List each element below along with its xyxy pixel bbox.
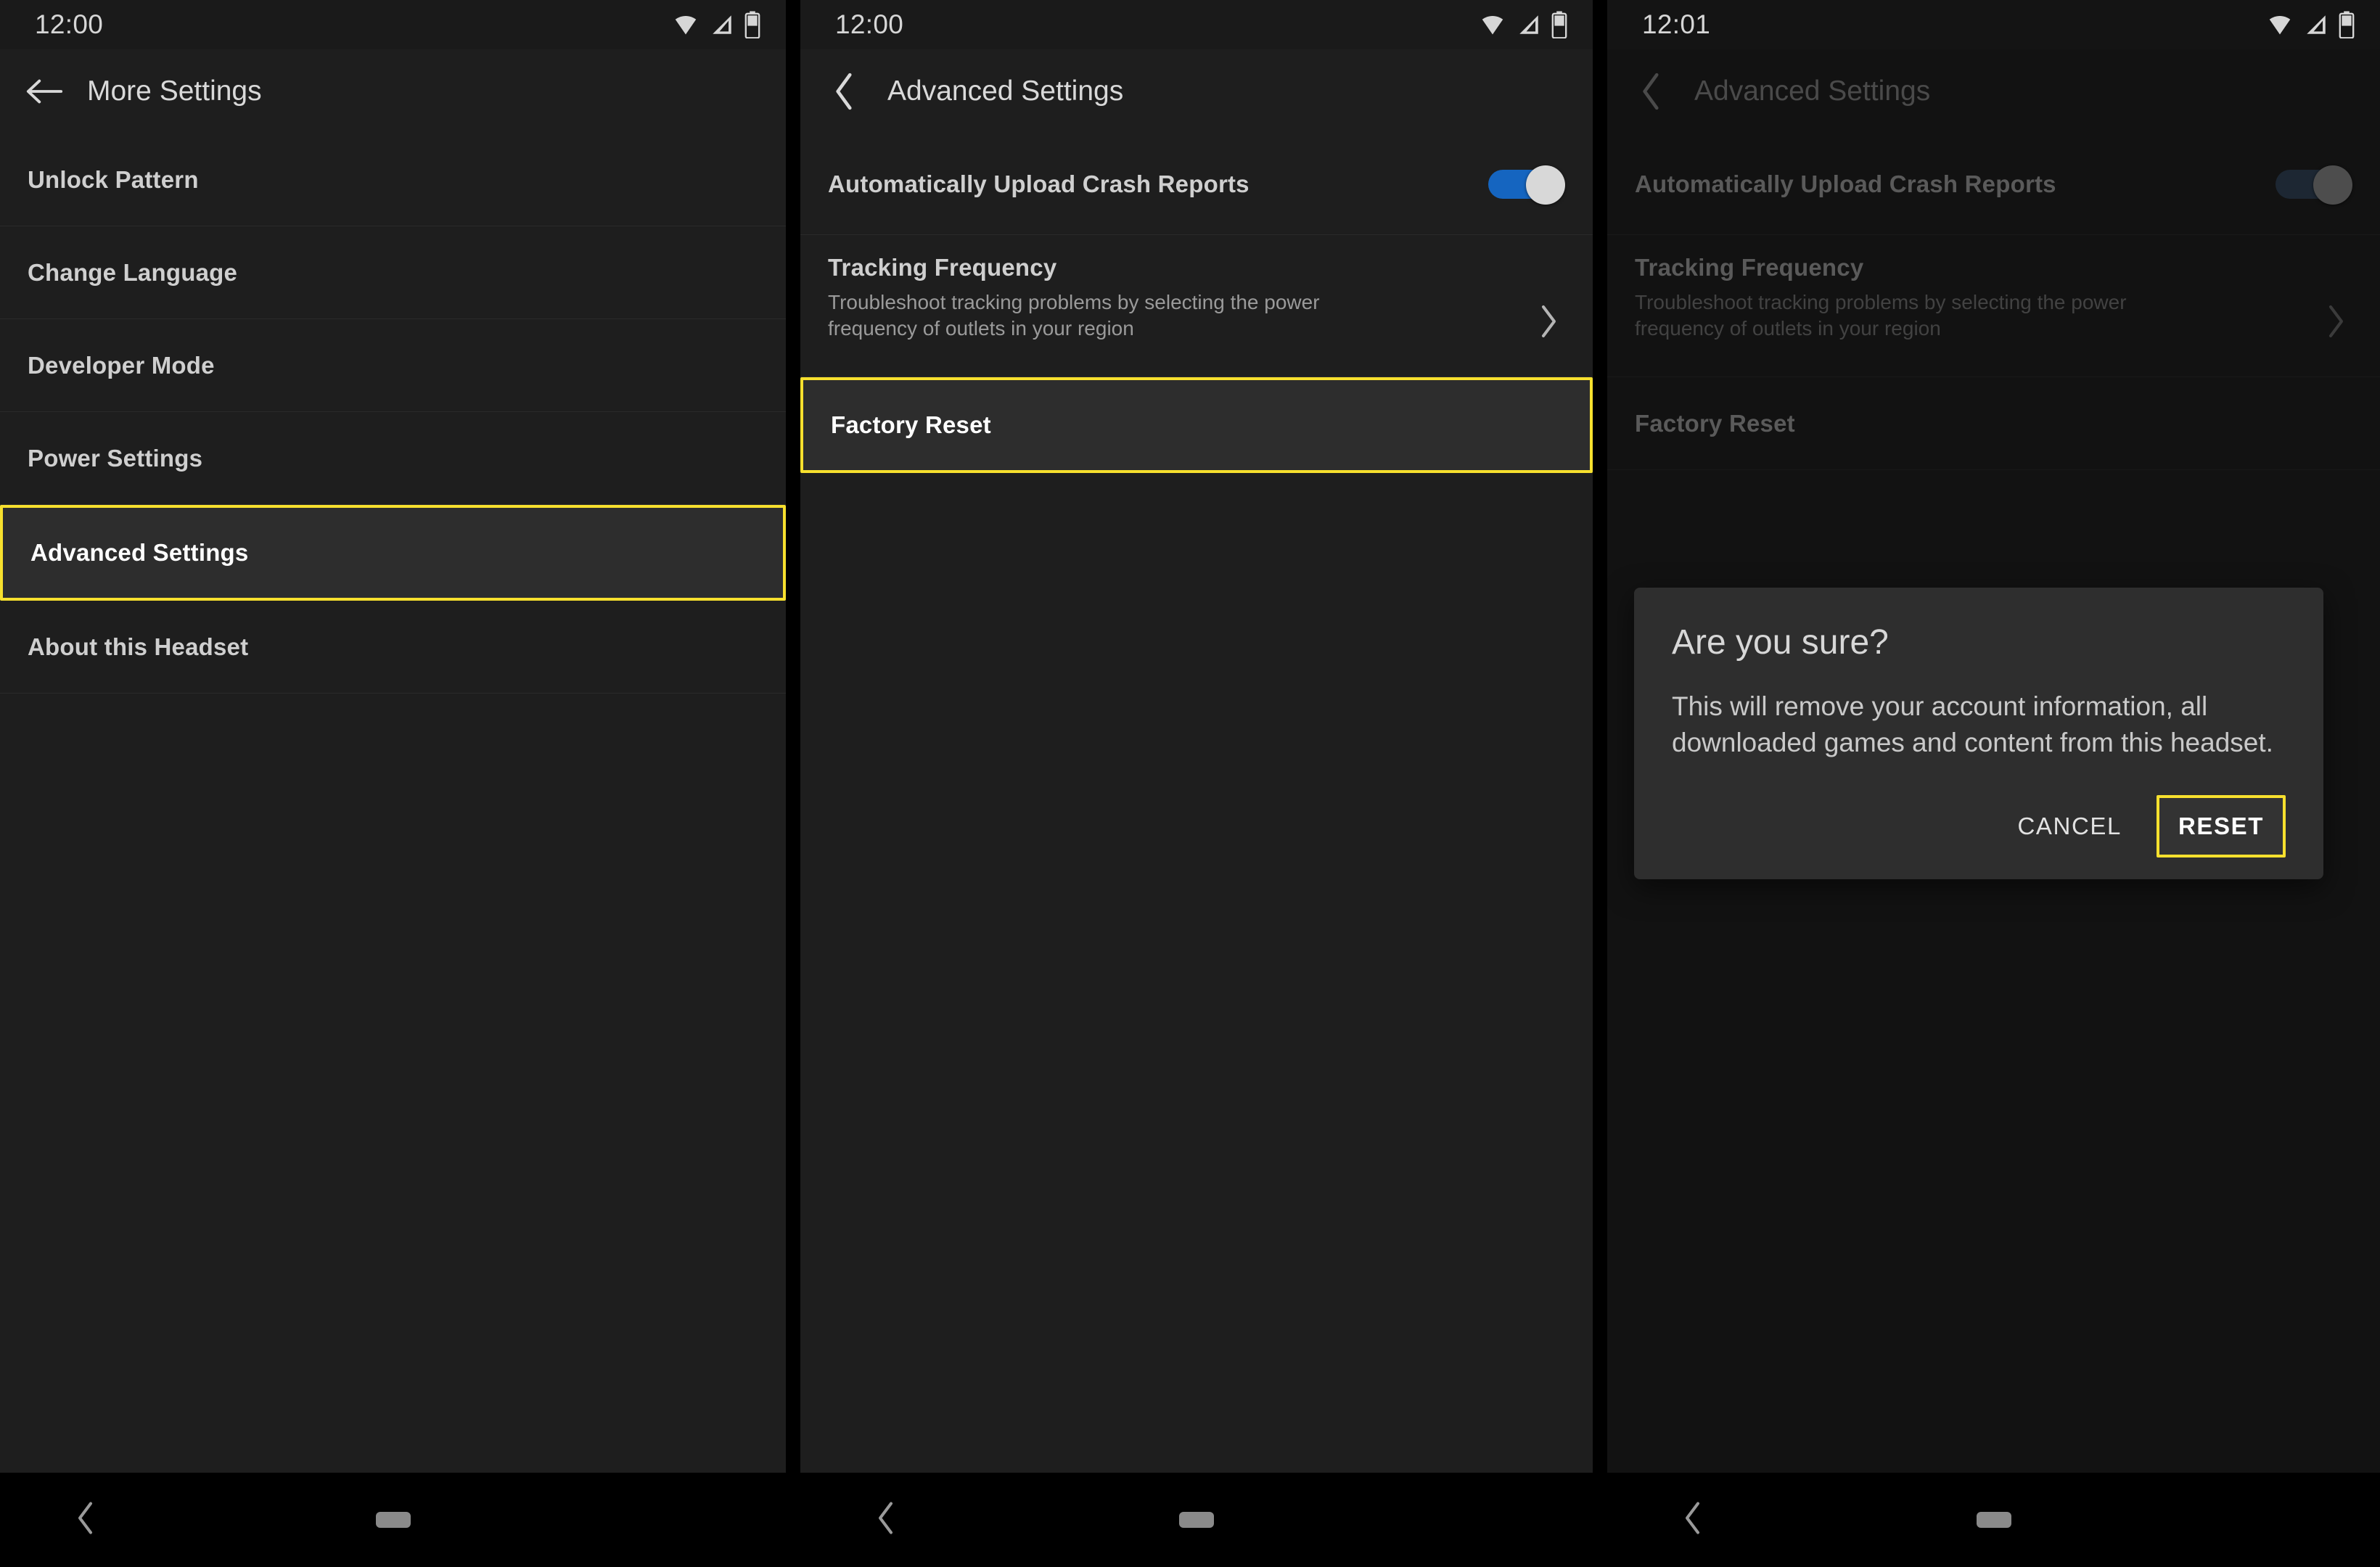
wifi-icon xyxy=(671,12,700,38)
home-pill[interactable] xyxy=(1179,1512,1214,1528)
battery-icon xyxy=(1551,11,1568,38)
confirm-reset-dialog: Are you sure? This will remove your acco… xyxy=(1634,588,2323,879)
app-bar: Advanced Settings xyxy=(800,49,1593,133)
page-title: More Settings xyxy=(87,75,262,107)
battery-icon xyxy=(744,11,761,38)
setting-crash-reports[interactable]: Automatically Upload Crash Reports xyxy=(800,133,1593,235)
status-bar: 12:00 xyxy=(0,0,786,49)
toggle-thumb xyxy=(2313,165,2352,205)
status-icon-group xyxy=(671,11,761,38)
toggle-thumb xyxy=(1526,165,1565,205)
setting-description: Troubleshoot tracking problems by select… xyxy=(828,291,1320,340)
three-screen-sequence: 12:00 More Settings Unlock Pattern Chang… xyxy=(0,0,2380,1567)
screen-divider-2 xyxy=(1593,0,1607,1567)
dialog-title: Are you sure? xyxy=(1672,623,1889,662)
chevron-right-icon[interactable] xyxy=(1539,305,1558,342)
list-item-label: Unlock Pattern xyxy=(28,165,199,193)
list-item-power-settings[interactable]: Power Settings xyxy=(0,412,786,505)
setting-label: Factory Reset xyxy=(1635,409,1795,437)
status-bar: 12:00 xyxy=(800,0,1593,49)
chevron-left-icon[interactable] xyxy=(1683,1502,1702,1539)
screen-more-settings: 12:00 More Settings Unlock Pattern Chang… xyxy=(0,0,786,1567)
settings-list: Unlock Pattern Change Language Developer… xyxy=(0,133,786,694)
list-item-label: Advanced Settings xyxy=(30,539,249,566)
app-bar: Advanced Settings xyxy=(1607,49,2380,133)
setting-description: Troubleshoot tracking problems by select… xyxy=(1635,291,2127,340)
chevron-left-icon[interactable] xyxy=(1625,65,1678,118)
setting-label: Tracking Frequency xyxy=(1635,254,1864,281)
setting-factory-reset[interactable]: Factory Reset xyxy=(800,377,1593,473)
list-item-about-this-headset[interactable]: About this Headset xyxy=(0,601,786,694)
app-bar: More Settings xyxy=(0,49,786,133)
crash-reports-toggle[interactable] xyxy=(1488,165,1565,205)
signal-icon xyxy=(1517,12,1541,38)
setting-label: Automatically Upload Crash Reports xyxy=(1635,170,2056,197)
chevron-left-icon[interactable] xyxy=(877,1502,895,1539)
system-nav-bar xyxy=(800,1473,1593,1567)
signal-icon xyxy=(710,12,734,38)
wifi-icon xyxy=(2265,12,2294,38)
cancel-button[interactable]: CANCEL xyxy=(1995,797,2143,856)
home-pill[interactable] xyxy=(375,1512,411,1528)
setting-label: Automatically Upload Crash Reports xyxy=(828,170,1250,197)
chevron-left-icon[interactable] xyxy=(76,1502,95,1539)
screen-divider-1 xyxy=(786,0,800,1567)
arrow-left-icon[interactable] xyxy=(17,65,71,118)
setting-label: Tracking Frequency xyxy=(828,254,1057,281)
chevron-right-icon xyxy=(2326,305,2345,342)
status-icon-group xyxy=(2265,11,2355,38)
list-item-unlock-pattern[interactable]: Unlock Pattern xyxy=(0,133,786,226)
wifi-icon xyxy=(1478,12,1507,38)
status-clock: 12:00 xyxy=(35,9,104,39)
status-clock: 12:00 xyxy=(835,9,904,39)
setting-crash-reports: Automatically Upload Crash Reports xyxy=(1607,133,2380,235)
list-item-change-language[interactable]: Change Language xyxy=(0,226,786,319)
list-item-label: Power Settings xyxy=(28,444,203,472)
status-clock: 12:01 xyxy=(1642,9,1711,39)
status-icon-group xyxy=(1478,11,1568,38)
dialog-body: This will remove your account informatio… xyxy=(1672,691,2273,758)
setting-factory-reset: Factory Reset xyxy=(1607,377,2380,470)
crash-reports-toggle xyxy=(2276,165,2352,205)
screen-factory-reset-confirm: 12:01 Advanced Settings Automatically Up… xyxy=(1607,0,2380,1567)
list-item-label: Developer Mode xyxy=(28,351,215,379)
signal-icon xyxy=(2304,12,2328,38)
dialog-actions: CANCEL RESET xyxy=(1672,794,2286,857)
page-title: Advanced Settings xyxy=(887,75,1124,107)
status-bar: 12:01 xyxy=(1607,0,2380,49)
screen-advanced-settings: 12:00 Advanced Settings Automatically Up… xyxy=(800,0,1593,1567)
system-nav-bar xyxy=(0,1473,786,1567)
chevron-left-icon[interactable] xyxy=(818,65,871,118)
reset-button[interactable]: RESET xyxy=(2156,794,2286,857)
page-title: Advanced Settings xyxy=(1694,75,1931,107)
list-item-developer-mode[interactable]: Developer Mode xyxy=(0,319,786,412)
list-item-label: About this Headset xyxy=(28,633,249,660)
system-nav-bar xyxy=(1607,1473,2380,1567)
settings-list: Automatically Upload Crash Reports Track… xyxy=(800,133,1593,473)
list-item-label: Change Language xyxy=(28,258,238,286)
setting-tracking-frequency[interactable]: Tracking Frequency Troubleshoot tracking… xyxy=(800,235,1593,377)
setting-tracking-frequency: Tracking Frequency Troubleshoot tracking… xyxy=(1607,235,2380,377)
list-item-advanced-settings[interactable]: Advanced Settings xyxy=(0,505,786,601)
battery-icon xyxy=(2338,11,2355,38)
settings-list: Automatically Upload Crash Reports Track… xyxy=(1607,133,2380,470)
setting-label: Factory Reset xyxy=(831,411,991,438)
home-pill[interactable] xyxy=(1976,1512,2011,1528)
